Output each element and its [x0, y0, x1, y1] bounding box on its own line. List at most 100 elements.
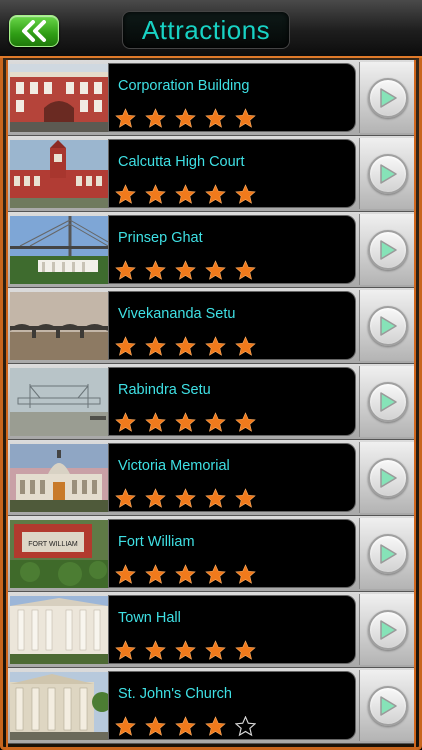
star-filled-icon: [235, 336, 256, 358]
attraction-name: Victoria Memorial: [118, 458, 230, 474]
star-filled-icon: [145, 716, 166, 738]
attraction-name: Rabindra Setu: [118, 382, 211, 398]
rating-stars: [115, 716, 256, 738]
star-filled-icon: [175, 336, 196, 358]
star-filled-icon: [205, 412, 226, 434]
attraction-info: St. John's Church: [108, 671, 356, 740]
star-filled-icon: [205, 336, 226, 358]
attraction-photo: [10, 140, 108, 208]
play-arrow-icon: [380, 391, 397, 412]
play-circle: [368, 533, 408, 574]
attraction-info: Vivekananda Setu: [108, 291, 356, 360]
star-empty-icon: [235, 716, 256, 738]
rating-stars: [115, 488, 256, 510]
open-attraction-button[interactable]: [359, 62, 414, 133]
play-circle: [368, 229, 408, 270]
star-filled-icon: [175, 716, 196, 738]
sign-text: FORT WILLIAM: [28, 541, 78, 548]
star-filled-icon: [115, 336, 136, 358]
star-filled-icon: [115, 640, 136, 662]
star-filled-icon: [145, 184, 166, 206]
attraction-info: Victoria Memorial: [108, 443, 356, 512]
play-arrow-icon: [380, 467, 397, 488]
open-attraction-button[interactable]: [359, 138, 414, 209]
play-circle: [368, 305, 408, 346]
attraction-info: Calcutta High Court: [108, 139, 356, 208]
back-button[interactable]: [9, 15, 59, 47]
attraction-photo: [10, 292, 108, 360]
play-circle: [368, 381, 408, 422]
attraction-photo: [10, 596, 108, 664]
attraction-info: Rabindra Setu: [108, 367, 356, 436]
attraction-name: Corporation Building: [118, 78, 250, 94]
open-attraction-button[interactable]: [359, 442, 414, 513]
star-filled-icon: [115, 184, 136, 206]
open-attraction-button[interactable]: [359, 518, 414, 589]
star-filled-icon: [145, 488, 166, 510]
play-arrow-icon: [380, 239, 397, 260]
double-chevron-left-icon: [22, 20, 46, 42]
star-filled-icon: [115, 412, 136, 434]
attraction-info: Town Hall: [108, 595, 356, 664]
star-filled-icon: [235, 108, 256, 130]
play-arrow-icon: [380, 315, 397, 336]
attraction-photo: [10, 672, 108, 740]
attraction-photo: [10, 444, 108, 512]
page-title: Attractions: [141, 14, 271, 45]
star-filled-icon: [235, 184, 256, 206]
star-filled-icon: [175, 184, 196, 206]
list-item[interactable]: Prinsep Ghat: [8, 212, 414, 288]
star-filled-icon: [115, 716, 136, 738]
star-filled-icon: [145, 260, 166, 282]
star-filled-icon: [145, 336, 166, 358]
star-filled-icon: [205, 488, 226, 510]
rating-stars: [115, 412, 256, 434]
star-filled-icon: [115, 260, 136, 282]
play-arrow-icon: [380, 87, 397, 108]
list-item[interactable]: Calcutta High Court: [8, 136, 414, 212]
play-arrow-icon: [380, 619, 397, 640]
star-filled-icon: [145, 640, 166, 662]
open-attraction-button[interactable]: [359, 670, 414, 741]
star-filled-icon: [205, 108, 226, 130]
attraction-name: Prinsep Ghat: [118, 230, 203, 246]
play-circle: [368, 685, 408, 726]
rating-stars: [115, 564, 256, 586]
list-item[interactable]: Town Hall: [8, 592, 414, 668]
attractions-list[interactable]: Corporation Building Calcutta High Court…: [6, 60, 416, 750]
star-filled-icon: [175, 488, 196, 510]
star-filled-icon: [115, 488, 136, 510]
rating-stars: [115, 184, 256, 206]
list-item[interactable]: Rabindra Setu: [8, 364, 414, 440]
star-filled-icon: [235, 412, 256, 434]
rating-stars: [115, 260, 256, 282]
attraction-info: Corporation Building: [108, 63, 356, 132]
star-filled-icon: [115, 108, 136, 130]
star-filled-icon: [235, 640, 256, 662]
star-filled-icon: [205, 260, 226, 282]
list-item[interactable]: Vivekananda Setu: [8, 288, 414, 364]
attraction-name: Town Hall: [118, 610, 181, 626]
attraction-photo: [10, 368, 108, 436]
open-attraction-button[interactable]: [359, 366, 414, 437]
play-circle: [368, 457, 408, 498]
play-circle: [368, 609, 408, 650]
attraction-name: Fort William: [118, 534, 195, 550]
star-filled-icon: [115, 564, 136, 586]
star-filled-icon: [235, 488, 256, 510]
play-arrow-icon: [380, 543, 397, 564]
star-filled-icon: [175, 108, 196, 130]
star-filled-icon: [235, 260, 256, 282]
list-item[interactable]: Victoria Memorial: [8, 440, 414, 516]
list-item[interactable]: FORT WILLIAM Fort William: [8, 516, 414, 592]
list-item[interactable]: St. John's Church: [8, 668, 414, 744]
attraction-info: Fort William: [108, 519, 356, 588]
rating-stars: [115, 108, 256, 130]
open-attraction-button[interactable]: [359, 594, 414, 665]
star-filled-icon: [205, 564, 226, 586]
list-item[interactable]: Corporation Building: [8, 60, 414, 136]
star-filled-icon: [205, 716, 226, 738]
open-attraction-button[interactable]: [359, 290, 414, 361]
star-filled-icon: [235, 564, 256, 586]
open-attraction-button[interactable]: [359, 214, 414, 285]
